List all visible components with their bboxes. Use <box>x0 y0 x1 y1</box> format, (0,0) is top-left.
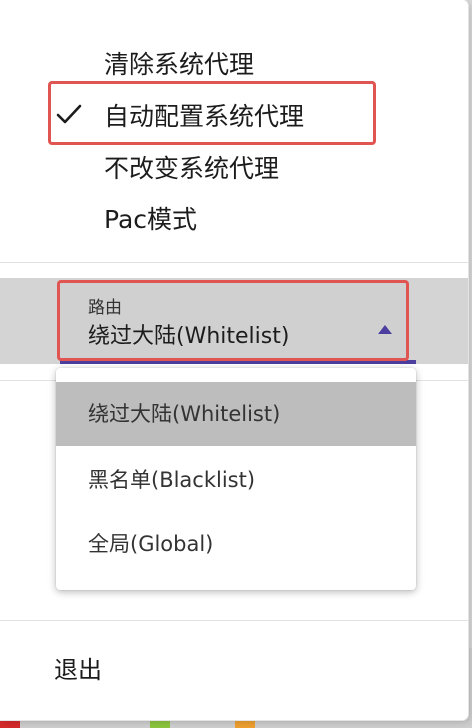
routing-option-global[interactable]: 全局(Global) <box>56 512 416 576</box>
routing-option-blacklist[interactable]: 黑名单(Blacklist) <box>56 448 416 512</box>
tray-context-menu: 清除系统代理 自动配置系统代理 不改变系统代理 Pac模式 路由 绕过大陆(Wh… <box>0 0 468 720</box>
menu-item-clear-system-proxy[interactable]: 清除系统代理 <box>104 48 254 82</box>
routing-dropdown-list: 绕过大陆(Whitelist) 黑名单(Blacklist) 全局(Global… <box>56 368 416 590</box>
routing-option-whitelist[interactable]: 绕过大陆(Whitelist) <box>56 382 416 446</box>
annotation-highlight-auto-config <box>48 81 376 145</box>
menu-divider <box>0 620 468 621</box>
annotation-highlight-routing <box>57 280 409 361</box>
menu-item-pac-mode[interactable]: Pac模式 <box>104 203 197 237</box>
menu-item-keep-system-proxy[interactable]: 不改变系统代理 <box>104 152 279 186</box>
menu-divider <box>0 262 468 263</box>
menu-item-exit[interactable]: 退出 <box>54 650 102 685</box>
